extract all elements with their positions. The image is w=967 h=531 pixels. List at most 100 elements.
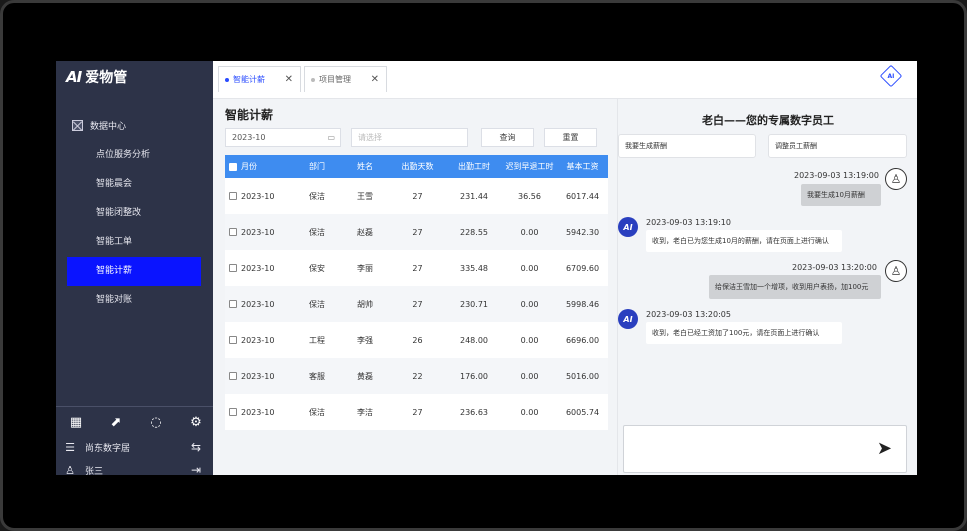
inactive-dot-icon <box>311 77 315 82</box>
cell-hours: 248.00 <box>460 335 488 345</box>
send-icon[interactable]: ➤ <box>877 438 892 459</box>
cell-name: 胡帅 <box>357 299 373 309</box>
chart-icon[interactable]: ⬈ <box>106 415 126 430</box>
cell-days: 27 <box>412 227 423 237</box>
message-time: 2023-09-03 13:20:00 <box>792 263 877 272</box>
cell-name: 黄磊 <box>357 371 373 381</box>
sidebar-item-point-analysis[interactable]: 点位服务分析 <box>67 141 201 170</box>
cell-name: 李丽 <box>357 263 373 273</box>
bot-message: 收到，老白已经工资加了100元，请在页面上进行确认 <box>646 322 842 344</box>
cell-hours: 335.48 <box>460 263 488 273</box>
org-switcher[interactable]: ☰ 尚东数字居 ⇆ <box>61 440 201 454</box>
message-time: 2023-09-03 13:19:10 <box>646 218 731 227</box>
ai-assistant-icon[interactable]: AI <box>879 64 903 88</box>
cell-late-hours: 0.00 <box>520 299 539 309</box>
cell-month: 2023-10 <box>241 335 275 345</box>
row-select-cell <box>225 228 241 236</box>
cell-base-wage: 6696.00 <box>565 335 600 345</box>
bot-message: 收到，老白已为您生成10月的薪酬，请在页面上进行确认 <box>646 230 842 252</box>
cell-dept: 保洁 <box>309 191 325 201</box>
loading-icon[interactable]: ◌ <box>146 415 166 430</box>
device-bezel: AI 爱物管 数据中心 点位服务分析 智能晨会 智能闭整改 智能工单 智能计薪 … <box>0 0 967 531</box>
table-body: 2023-10 保洁 王雪 27 231.44 36.56 6017.44 2023-10 保洁… <box>225 178 608 430</box>
cell-name: 李强 <box>357 335 373 345</box>
grid-icon[interactable]: ▦ <box>66 415 86 430</box>
cell-name: 李洁 <box>357 407 373 417</box>
payroll-panel: 智能计薪 2023-10 ▭ 请选择 查询 重置 月份 部门 姓名 出勤天数 出… <box>213 99 617 475</box>
sidebar-toolbar: ▦ ⬈ ◌ ⚙ <box>66 415 206 430</box>
row-checkbox[interactable] <box>229 192 237 200</box>
tab-label: 项目管理 <box>319 75 351 84</box>
sidebar-item-work-order[interactable]: 智能工单 <box>67 228 201 257</box>
row-select-cell <box>225 300 241 308</box>
cell-month: 2023-10 <box>241 371 275 381</box>
app-screen: AI 爱物管 数据中心 点位服务分析 智能晨会 智能闭整改 智能工单 智能计薪 … <box>56 61 917 475</box>
row-checkbox[interactable] <box>229 228 237 236</box>
cell-month: 2023-10 <box>241 191 275 201</box>
close-icon[interactable]: ✕ <box>285 74 293 85</box>
cell-month: 2023-10 <box>241 227 275 237</box>
tab-project-management[interactable]: 项目管理 ✕ <box>304 66 387 92</box>
sidebar-item-reconciliation[interactable]: 智能对账 <box>67 286 201 315</box>
col-days: 出勤天数 <box>401 162 434 171</box>
sidebar-item-morning-meeting[interactable]: 智能晨会 <box>67 170 201 199</box>
row-checkbox[interactable] <box>229 372 237 380</box>
table-row: 2023-10 保洁 王雪 27 231.44 36.56 6017.44 <box>225 178 608 214</box>
table-row: 2023-10 保安 李丽 27 335.48 0.00 6709.60 <box>225 250 608 286</box>
quick-prompt-generate[interactable]: 我要生成薪酬 <box>618 134 756 158</box>
tab-payroll[interactable]: 智能计薪 ✕ <box>218 66 301 92</box>
payroll-table: 月份 部门 姓名 出勤天数 出勤工时 迟到早退工时 基本工资 2023-10 保洁… <box>225 155 608 430</box>
sidebar: AI 爱物管 数据中心 点位服务分析 智能晨会 智能闭整改 智能工单 智能计薪 … <box>56 61 213 475</box>
col-name: 姓名 <box>357 162 373 171</box>
quick-prompt-adjust[interactable]: 调整员工薪酬 <box>768 134 907 158</box>
row-checkbox[interactable] <box>229 300 237 308</box>
logout-icon[interactable]: ⇥ <box>191 463 201 475</box>
reset-button[interactable]: 重置 <box>544 128 597 147</box>
cell-hours: 230.71 <box>460 299 488 309</box>
cell-dept: 保洁 <box>309 227 325 237</box>
chat-panel: 老白——您的专属数字员工 我要生成薪酬 调整员工薪酬 2023-09-03 13… <box>617 99 917 475</box>
cell-base-wage: 6017.44 <box>565 191 600 201</box>
page-title: 智能计薪 <box>225 108 274 122</box>
row-checkbox[interactable] <box>229 336 237 344</box>
brand-name: 爱物管 <box>85 70 128 86</box>
cell-hours: 228.55 <box>460 227 488 237</box>
cell-month: 2023-10 <box>241 263 275 273</box>
message-time: 2023-09-03 13:20:05 <box>646 310 731 319</box>
cell-late-hours: 0.00 <box>520 371 539 381</box>
cell-hours: 176.00 <box>460 371 488 381</box>
select-all-checkbox[interactable] <box>229 162 237 171</box>
user-avatar-icon: ♙ <box>885 168 907 190</box>
sidebar-item-payroll[interactable]: 智能计薪 <box>67 257 201 286</box>
chat-input[interactable]: ➤ <box>623 425 907 473</box>
tab-bar: 智能计薪 ✕ 项目管理 ✕ AI <box>213 61 917 99</box>
nav-group-data-center[interactable]: 数据中心 <box>72 119 126 132</box>
bot-avatar-icon: AI <box>618 217 638 237</box>
row-select-cell <box>225 264 241 272</box>
close-icon[interactable]: ✕ <box>371 74 379 85</box>
row-checkbox[interactable] <box>229 408 237 416</box>
cell-days: 26 <box>412 335 423 345</box>
row-select-cell <box>225 336 241 344</box>
sidebar-item-rectification[interactable]: 智能闭整改 <box>67 199 201 228</box>
chat-title: 老白——您的专属数字员工 <box>702 114 834 127</box>
cell-base-wage: 5942.30 <box>565 227 600 237</box>
user-icon: ♙ <box>65 463 75 476</box>
col-hours: 出勤工时 <box>458 162 490 171</box>
org-label: 尚东数字居 <box>85 443 131 454</box>
user-avatar-icon: ♙ <box>885 260 907 282</box>
row-checkbox[interactable] <box>229 264 237 272</box>
user-row[interactable]: ♙ 张三 ⇥ <box>61 463 201 475</box>
filter-select[interactable]: 请选择 <box>351 128 468 147</box>
brand-logo: AI <box>66 68 82 86</box>
gear-icon[interactable]: ⚙ <box>186 415 206 430</box>
cell-dept: 保洁 <box>309 407 325 417</box>
month-picker[interactable]: 2023-10 ▭ <box>225 128 341 147</box>
cell-base-wage: 5016.00 <box>565 371 600 381</box>
user-message: 给保洁王雪加一个增项，收到用户表扬，加100元 <box>709 275 881 299</box>
user-message: 我要生成10月薪酬 <box>801 184 881 206</box>
switch-icon[interactable]: ⇆ <box>191 440 201 454</box>
query-button[interactable]: 查询 <box>481 128 534 147</box>
cell-days: 22 <box>412 371 423 381</box>
cell-days: 27 <box>412 263 423 273</box>
